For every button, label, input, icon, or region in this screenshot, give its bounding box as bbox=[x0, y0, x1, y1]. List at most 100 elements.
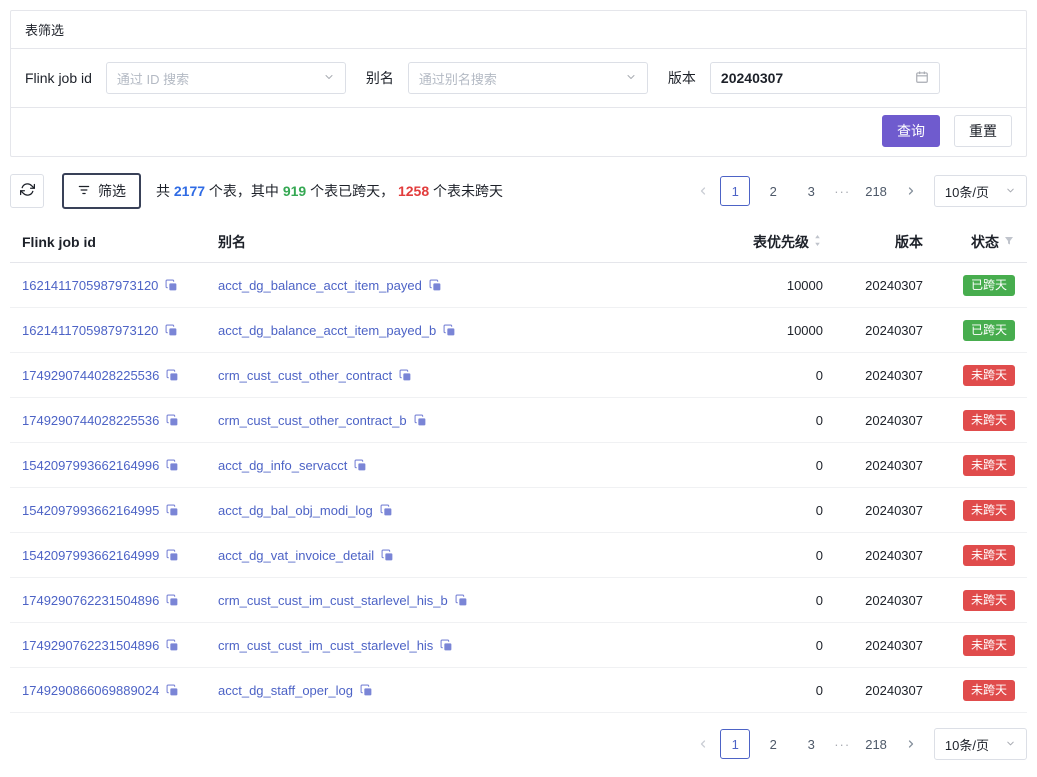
prev-page-button[interactable] bbox=[690, 729, 716, 759]
alias-cell: crm_cust_cust_im_cust_starlevel_his_b bbox=[218, 593, 673, 608]
column-header-flink-job-id: Flink job id bbox=[22, 234, 218, 250]
page-button-3[interactable]: 3 bbox=[796, 729, 826, 759]
copy-icon[interactable] bbox=[429, 279, 442, 292]
alias-cell: crm_cust_cust_im_cust_starlevel_his bbox=[218, 638, 673, 653]
toolbar-right: 1 2 3 ··· 218 10条/页 bbox=[690, 175, 1027, 207]
alias-link[interactable]: acct_dg_vat_invoice_detail bbox=[218, 548, 374, 563]
copy-icon[interactable] bbox=[354, 459, 367, 472]
summary-text: 个表未跨天 bbox=[429, 183, 503, 199]
copy-icon[interactable] bbox=[455, 594, 468, 607]
flink-job-id-link[interactable]: 1749290762231504896 bbox=[22, 638, 159, 653]
page-button-1[interactable]: 1 bbox=[720, 729, 750, 759]
page-button-2[interactable]: 2 bbox=[758, 176, 788, 206]
alias-link[interactable]: acct_dg_info_servacct bbox=[218, 458, 347, 473]
alias-link[interactable]: acct_dg_staff_oper_log bbox=[218, 683, 353, 698]
copy-icon[interactable] bbox=[166, 684, 179, 697]
next-page-button[interactable] bbox=[898, 729, 924, 759]
filter-lines-icon bbox=[77, 183, 91, 200]
copy-icon[interactable] bbox=[165, 279, 178, 292]
flink-job-id-link[interactable]: 1542097993662164995 bbox=[22, 503, 159, 518]
copy-icon[interactable] bbox=[443, 324, 456, 337]
alias-link[interactable]: crm_cust_cust_im_cust_starlevel_his_b bbox=[218, 593, 448, 608]
table-body: 1621411705987973120 acct_dg_balance_acct… bbox=[10, 263, 1027, 713]
next-page-button[interactable] bbox=[898, 176, 924, 206]
column-header-status: 状态 bbox=[923, 232, 1015, 252]
flink-job-id-link[interactable]: 1749290762231504896 bbox=[22, 593, 159, 608]
alias-link[interactable]: crm_cust_cust_other_contract bbox=[218, 368, 392, 383]
copy-icon[interactable] bbox=[165, 324, 178, 337]
page-button-3[interactable]: 3 bbox=[796, 176, 826, 206]
table-row: 1621411705987973120 acct_dg_balance_acct… bbox=[10, 308, 1027, 353]
summary-text: 个表已跨天， bbox=[306, 183, 398, 199]
alias-link[interactable]: acct_dg_balance_acct_item_payed bbox=[218, 278, 422, 293]
filter-funnel-icon[interactable] bbox=[1003, 234, 1015, 250]
page-button-1[interactable]: 1 bbox=[720, 176, 750, 206]
version-cell: 20240307 bbox=[823, 548, 923, 563]
copy-icon[interactable] bbox=[166, 594, 179, 607]
priority-cell: 0 bbox=[673, 413, 823, 428]
version-date-input[interactable]: 20240307 bbox=[710, 62, 940, 94]
pagination-bottom: 1 2 3 ··· 218 bbox=[690, 729, 924, 759]
flink-job-id-link[interactable]: 1749290744028225536 bbox=[22, 413, 159, 428]
copy-icon[interactable] bbox=[380, 504, 393, 517]
copy-icon[interactable] bbox=[166, 414, 179, 427]
copy-icon[interactable] bbox=[166, 459, 179, 472]
flink-job-id-cell: 1749290762231504896 bbox=[22, 638, 218, 653]
status-cell: 已跨天 bbox=[923, 320, 1015, 341]
alias-select[interactable]: 通过别名搜索 bbox=[408, 62, 648, 94]
chevron-left-icon bbox=[697, 185, 709, 197]
copy-icon[interactable] bbox=[440, 639, 453, 652]
alias-cell: acct_dg_vat_invoice_detail bbox=[218, 548, 673, 563]
filter-button[interactable]: 筛选 bbox=[62, 173, 141, 209]
flink-job-id-link[interactable]: 1621411705987973120 bbox=[22, 278, 158, 293]
alias-link[interactable]: crm_cust_cust_other_contract_b bbox=[218, 413, 407, 428]
flink-job-id-link[interactable]: 1621411705987973120 bbox=[22, 323, 158, 338]
status-badge: 未跨天 bbox=[963, 590, 1015, 611]
flink-job-id-select[interactable]: 通过 ID 搜索 bbox=[106, 62, 346, 94]
copy-icon[interactable] bbox=[166, 639, 179, 652]
prev-page-button[interactable] bbox=[690, 176, 716, 206]
sort-icon[interactable] bbox=[812, 233, 823, 251]
page-ellipsis[interactable]: ··· bbox=[830, 737, 854, 752]
flink-job-id-cell: 1749290866069889024 bbox=[22, 683, 218, 698]
status-badge: 未跨天 bbox=[963, 455, 1015, 476]
copy-icon[interactable] bbox=[166, 369, 179, 382]
column-header-priority[interactable]: 表优先级 bbox=[673, 232, 823, 252]
reset-button[interactable]: 重置 bbox=[954, 115, 1012, 147]
page-size-select[interactable]: 10条/页 bbox=[934, 175, 1027, 207]
page-button-last[interactable]: 218 bbox=[858, 176, 894, 206]
status-cell: 未跨天 bbox=[923, 365, 1015, 386]
table-row: 1749290866069889024 acct_dg_staff_oper_l… bbox=[10, 668, 1027, 713]
page-ellipsis[interactable]: ··· bbox=[830, 184, 854, 199]
page-button-2[interactable]: 2 bbox=[758, 729, 788, 759]
status-badge: 未跨天 bbox=[963, 680, 1015, 701]
alias-link[interactable]: crm_cust_cust_im_cust_starlevel_his bbox=[218, 638, 433, 653]
flink-job-id-cell: 1621411705987973120 bbox=[22, 278, 218, 293]
version-cell: 20240307 bbox=[823, 593, 923, 608]
page-button-last[interactable]: 218 bbox=[858, 729, 894, 759]
copy-icon[interactable] bbox=[399, 369, 412, 382]
flink-job-id-link[interactable]: 1542097993662164999 bbox=[22, 548, 159, 563]
version-cell: 20240307 bbox=[823, 368, 923, 383]
filter-button-label: 筛选 bbox=[98, 181, 126, 201]
copy-icon[interactable] bbox=[381, 549, 394, 562]
flink-job-id-link[interactable]: 1749290744028225536 bbox=[22, 368, 159, 383]
page-size-select[interactable]: 10条/页 bbox=[934, 728, 1027, 760]
alias-link[interactable]: acct_dg_bal_obj_modi_log bbox=[218, 503, 373, 518]
copy-icon[interactable] bbox=[166, 504, 179, 517]
copy-icon[interactable] bbox=[360, 684, 373, 697]
status-badge: 未跨天 bbox=[963, 410, 1015, 431]
query-button[interactable]: 查询 bbox=[882, 115, 940, 147]
copy-icon[interactable] bbox=[414, 414, 427, 427]
flink-job-id-link[interactable]: 1749290866069889024 bbox=[22, 683, 159, 698]
crossed-count: 919 bbox=[283, 183, 306, 199]
priority-cell: 10000 bbox=[673, 323, 823, 338]
alias-link[interactable]: acct_dg_balance_acct_item_payed_b bbox=[218, 323, 436, 338]
alias-cell: acct_dg_balance_acct_item_payed_b bbox=[218, 323, 673, 338]
copy-icon[interactable] bbox=[166, 549, 179, 562]
refresh-button[interactable] bbox=[10, 174, 44, 208]
flink-job-id-link[interactable]: 1542097993662164996 bbox=[22, 458, 159, 473]
column-header-version: 版本 bbox=[823, 232, 923, 252]
filter-fields-row: Flink job id 通过 ID 搜索 别名 通过别名搜索 版本 20240… bbox=[11, 49, 1026, 108]
version-label: 版本 bbox=[668, 68, 696, 88]
